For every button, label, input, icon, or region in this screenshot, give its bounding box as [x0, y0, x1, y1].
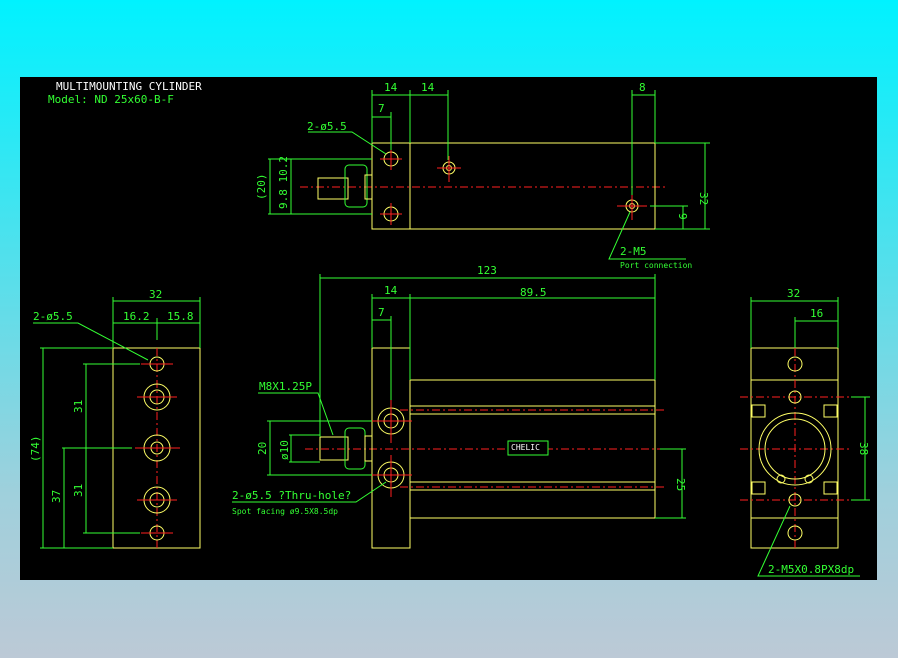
dim-label: 32	[697, 192, 710, 205]
dim-label: 38	[857, 442, 870, 455]
dim-label: 8	[639, 81, 646, 94]
dim-label: 15.8	[167, 310, 194, 323]
dim-label: 31	[72, 400, 85, 413]
dim-label: 20	[256, 442, 269, 455]
cad-drawing: MULTIMOUNTING CYLINDER Model: ND 25x60-B…	[20, 77, 877, 580]
dim-label: 14	[384, 81, 398, 94]
hole-note: 2-M5X0.8PX8dp	[768, 563, 854, 576]
drawing-title: MULTIMOUNTING CYLINDER	[56, 80, 202, 93]
hole-note: 2-ø5.5	[307, 120, 347, 133]
thread-note: M8X1.25P	[259, 380, 312, 393]
dim-label: 32	[149, 288, 162, 301]
dim-label: (20)	[255, 174, 268, 201]
dim-label: 123	[477, 264, 497, 277]
port-note-sub: Port connection	[620, 261, 692, 270]
dim-label: 89.5	[520, 286, 547, 299]
port-note: 2-M5	[620, 245, 647, 258]
logo-text: CHELIC	[511, 443, 540, 452]
dim-label: 7	[378, 306, 385, 319]
dim-label: 16	[810, 307, 823, 320]
hole-note: 2-ø5.5	[33, 310, 73, 323]
dim-label: 25	[674, 478, 687, 491]
dim-label: 9	[676, 213, 689, 220]
dim-label: 14	[421, 81, 435, 94]
dim-label: 37	[50, 490, 63, 503]
dim-label: 9.8 10.2	[277, 156, 290, 209]
dim-label: (74)	[29, 436, 42, 463]
dim-label: 32	[787, 287, 800, 300]
hole-note: 2-ø5.5 ?Thru-hole?	[232, 489, 351, 502]
model-label: Model: ND 25x60-B-F	[48, 93, 174, 106]
hole-note-sub: Spot facing ø9.5X8.5dp	[232, 507, 338, 516]
dim-label: 16.2	[123, 310, 150, 323]
dim-label: 14	[384, 284, 398, 297]
dim-label: 7	[378, 102, 385, 115]
dim-label: 31	[72, 484, 85, 497]
dim-label: ø10	[278, 440, 291, 460]
